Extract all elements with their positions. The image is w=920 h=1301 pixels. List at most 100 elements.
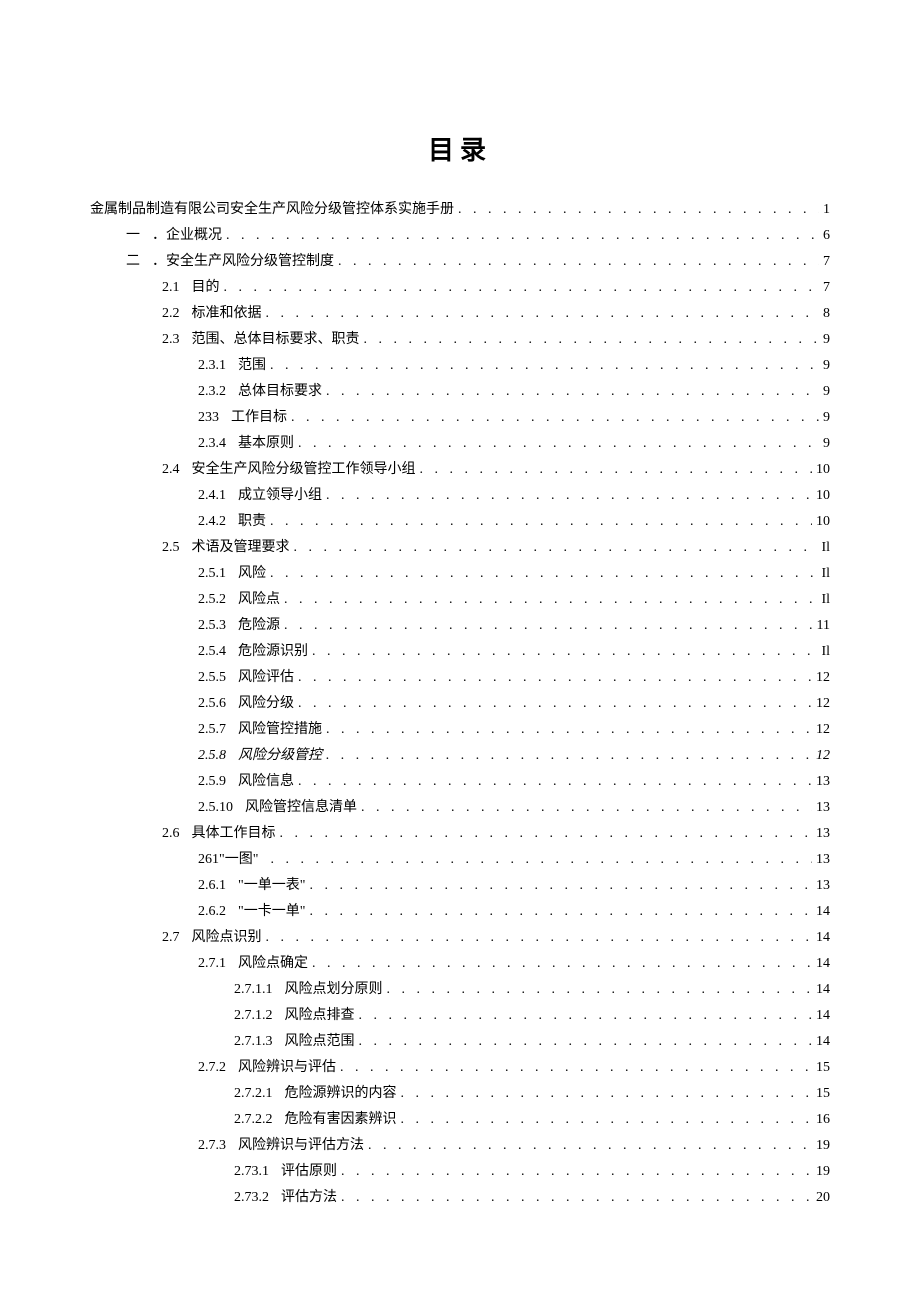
toc-entry-text: 具体工作目标	[192, 821, 276, 847]
toc-entry-page: 13	[816, 795, 830, 821]
toc-entry-leader	[309, 873, 812, 899]
toc-entry-number: 2.7.2.2	[234, 1107, 273, 1133]
toc-entry: 2.5.9风险信息13	[90, 769, 830, 795]
toc-entry-page: 14	[816, 925, 830, 951]
toc-entry: 2.5.1风险Il	[90, 561, 830, 587]
toc-entry: 2.5.3危险源11	[90, 613, 830, 639]
toc-entry-number: 2.6.1	[198, 873, 226, 899]
toc-entry-number: 2.73.2	[234, 1185, 269, 1211]
toc-entry-leader	[312, 639, 817, 665]
toc-entry-page: 9	[823, 431, 830, 457]
toc-entry-page: 14	[816, 951, 830, 977]
toc-entry-text: 范围、总体目标要求、职责	[192, 327, 360, 353]
toc-entry-text: 风险点划分原则	[285, 977, 383, 1003]
toc-entry-number: 2.7	[162, 925, 180, 951]
toc-entry-leader	[458, 197, 819, 223]
toc-entry-text: 风险管控信息清单	[245, 795, 357, 821]
toc-entry-text: 风险点范围	[285, 1029, 355, 1055]
toc-entry-page: 19	[816, 1133, 830, 1159]
toc-entry-text: 术语及管理要求	[192, 535, 290, 561]
toc-entry-number: 2.5.10	[198, 795, 233, 821]
toc-entry-page: 19	[816, 1159, 830, 1185]
toc-entry-page: 13	[816, 873, 830, 899]
toc-entry-page: 13	[816, 769, 830, 795]
toc-entry-text: 职责	[238, 509, 266, 535]
toc-entry-number: 2.6	[162, 821, 180, 847]
toc-entry-leader	[401, 1107, 813, 1133]
toc-entry-page: 9	[823, 405, 830, 431]
toc-entry-leader	[298, 691, 812, 717]
toc-entry: 2.5.10 风险管控信息清单 13	[90, 795, 830, 821]
toc-entry: 2.6.1 "一单一表" 13	[90, 873, 830, 899]
toc-entry-number: 2.7.1.1	[234, 977, 273, 1003]
toc-entry-number: 2.6.2	[198, 899, 226, 925]
toc-entry-number: 2.5.2	[198, 587, 226, 613]
toc-entry-text: 危险有害因素辨识	[285, 1107, 397, 1133]
toc-entry-page: Il	[821, 535, 830, 561]
toc-entry: 2.3.1范围9	[90, 353, 830, 379]
toc-entry-number: 2.7.3	[198, 1133, 226, 1159]
toc-entry-text: 目的	[192, 275, 220, 301]
toc-entry: 2.6 具体工作目标 13	[90, 821, 830, 847]
toc-entry: 2.7.1风险点确定14	[90, 951, 830, 977]
toc-entry: 2.4安全生产风险分级管控工作领导小组10	[90, 457, 830, 483]
toc-entry-page: Il	[821, 561, 830, 587]
toc-entry-number: 2.5.5	[198, 665, 226, 691]
toc-entry-text: 风险点确定	[238, 951, 308, 977]
toc-entry-number: 2.7.1.2	[234, 1003, 273, 1029]
toc-entry-page: 12	[816, 665, 830, 691]
toc-entry-number: 2.2	[162, 301, 180, 327]
toc-entry-page: 6	[823, 223, 830, 249]
toc-entry-page: 8	[823, 301, 830, 327]
toc-entry-text: 危险源	[238, 613, 280, 639]
toc-entry-page: 12	[816, 691, 830, 717]
toc-entry-number: 2.5.4	[198, 639, 226, 665]
toc-entry: 二．安全生产风险分级管控制度7	[90, 249, 830, 275]
toc-container: 金属制品制造有限公司安全生产风险分级管控体系实施手册1一．企业概况6二．安全生产…	[90, 197, 830, 1211]
toc-entry-text: 范围	[238, 353, 266, 379]
toc-entry: 2.7.1.1风险点划分原则14	[90, 977, 830, 1003]
toc-entry: 2.7.1.3风险点范围14	[90, 1029, 830, 1055]
toc-entry-page: 12	[816, 743, 830, 769]
toc-entry-page: 14	[816, 1003, 830, 1029]
toc-entry-page: Il	[821, 587, 830, 613]
toc-entry: 2.5 术语及管理要求 Il	[90, 535, 830, 561]
toc-entry-page: 13	[816, 821, 830, 847]
toc-entry-text: ．企业概况	[152, 223, 222, 249]
toc-entry-text: ．安全生产风险分级管控制度	[152, 249, 334, 275]
toc-entry-text: "一卡一单"	[238, 899, 305, 925]
toc-entry-number: 2.7.2.1	[234, 1081, 273, 1107]
toc-entry-text: 风险管控措施	[238, 717, 322, 743]
toc-entry-page: 9	[823, 379, 830, 405]
toc-entry: 2.4.2职责10	[90, 509, 830, 535]
toc-entry-leader	[266, 925, 813, 951]
toc-entry-text: 危险源识别	[238, 639, 308, 665]
toc-entry-page: 15	[816, 1081, 830, 1107]
toc-entry-text: 风险点排查	[285, 1003, 355, 1029]
toc-entry-text: 风险点识别	[192, 925, 262, 951]
toc-entry-number: 2.5	[162, 535, 180, 561]
toc-entry-leader	[266, 301, 820, 327]
toc-entry: 2.4.1成立领导小组10	[90, 483, 830, 509]
toc-entry-leader	[361, 795, 812, 821]
toc-entry-page: 1	[823, 197, 830, 223]
toc-entry-leader	[420, 457, 813, 483]
toc-entry-page: 10	[816, 509, 830, 535]
toc-entry-text: 金属制品制造有限公司安全生产风险分级管控体系实施手册	[90, 197, 454, 223]
toc-entry-leader	[298, 769, 812, 795]
toc-entry-number: 233	[198, 405, 219, 431]
toc-entry-leader	[338, 249, 819, 275]
toc-entry-leader	[280, 821, 813, 847]
toc-entry-text: 风险评估	[238, 665, 294, 691]
toc-entry-number: 2.3.2	[198, 379, 226, 405]
toc-entry-leader	[294, 535, 818, 561]
toc-entry: 2.73.1评估原则19	[90, 1159, 830, 1185]
toc-entry: 2.5.8风险分级管控12	[90, 743, 830, 769]
toc-entry: 2.7.2.2危险有害因素辨识16	[90, 1107, 830, 1133]
toc-entry-leader	[387, 977, 813, 1003]
toc-entry: 2.5.5 风险评估 12	[90, 665, 830, 691]
toc-entry-text: "一单一表"	[238, 873, 305, 899]
toc-entry: 2.73.2评估方法20	[90, 1185, 830, 1211]
toc-entry: 2.3.4基本原则9	[90, 431, 830, 457]
toc-entry: 2.5.6风险分级12	[90, 691, 830, 717]
